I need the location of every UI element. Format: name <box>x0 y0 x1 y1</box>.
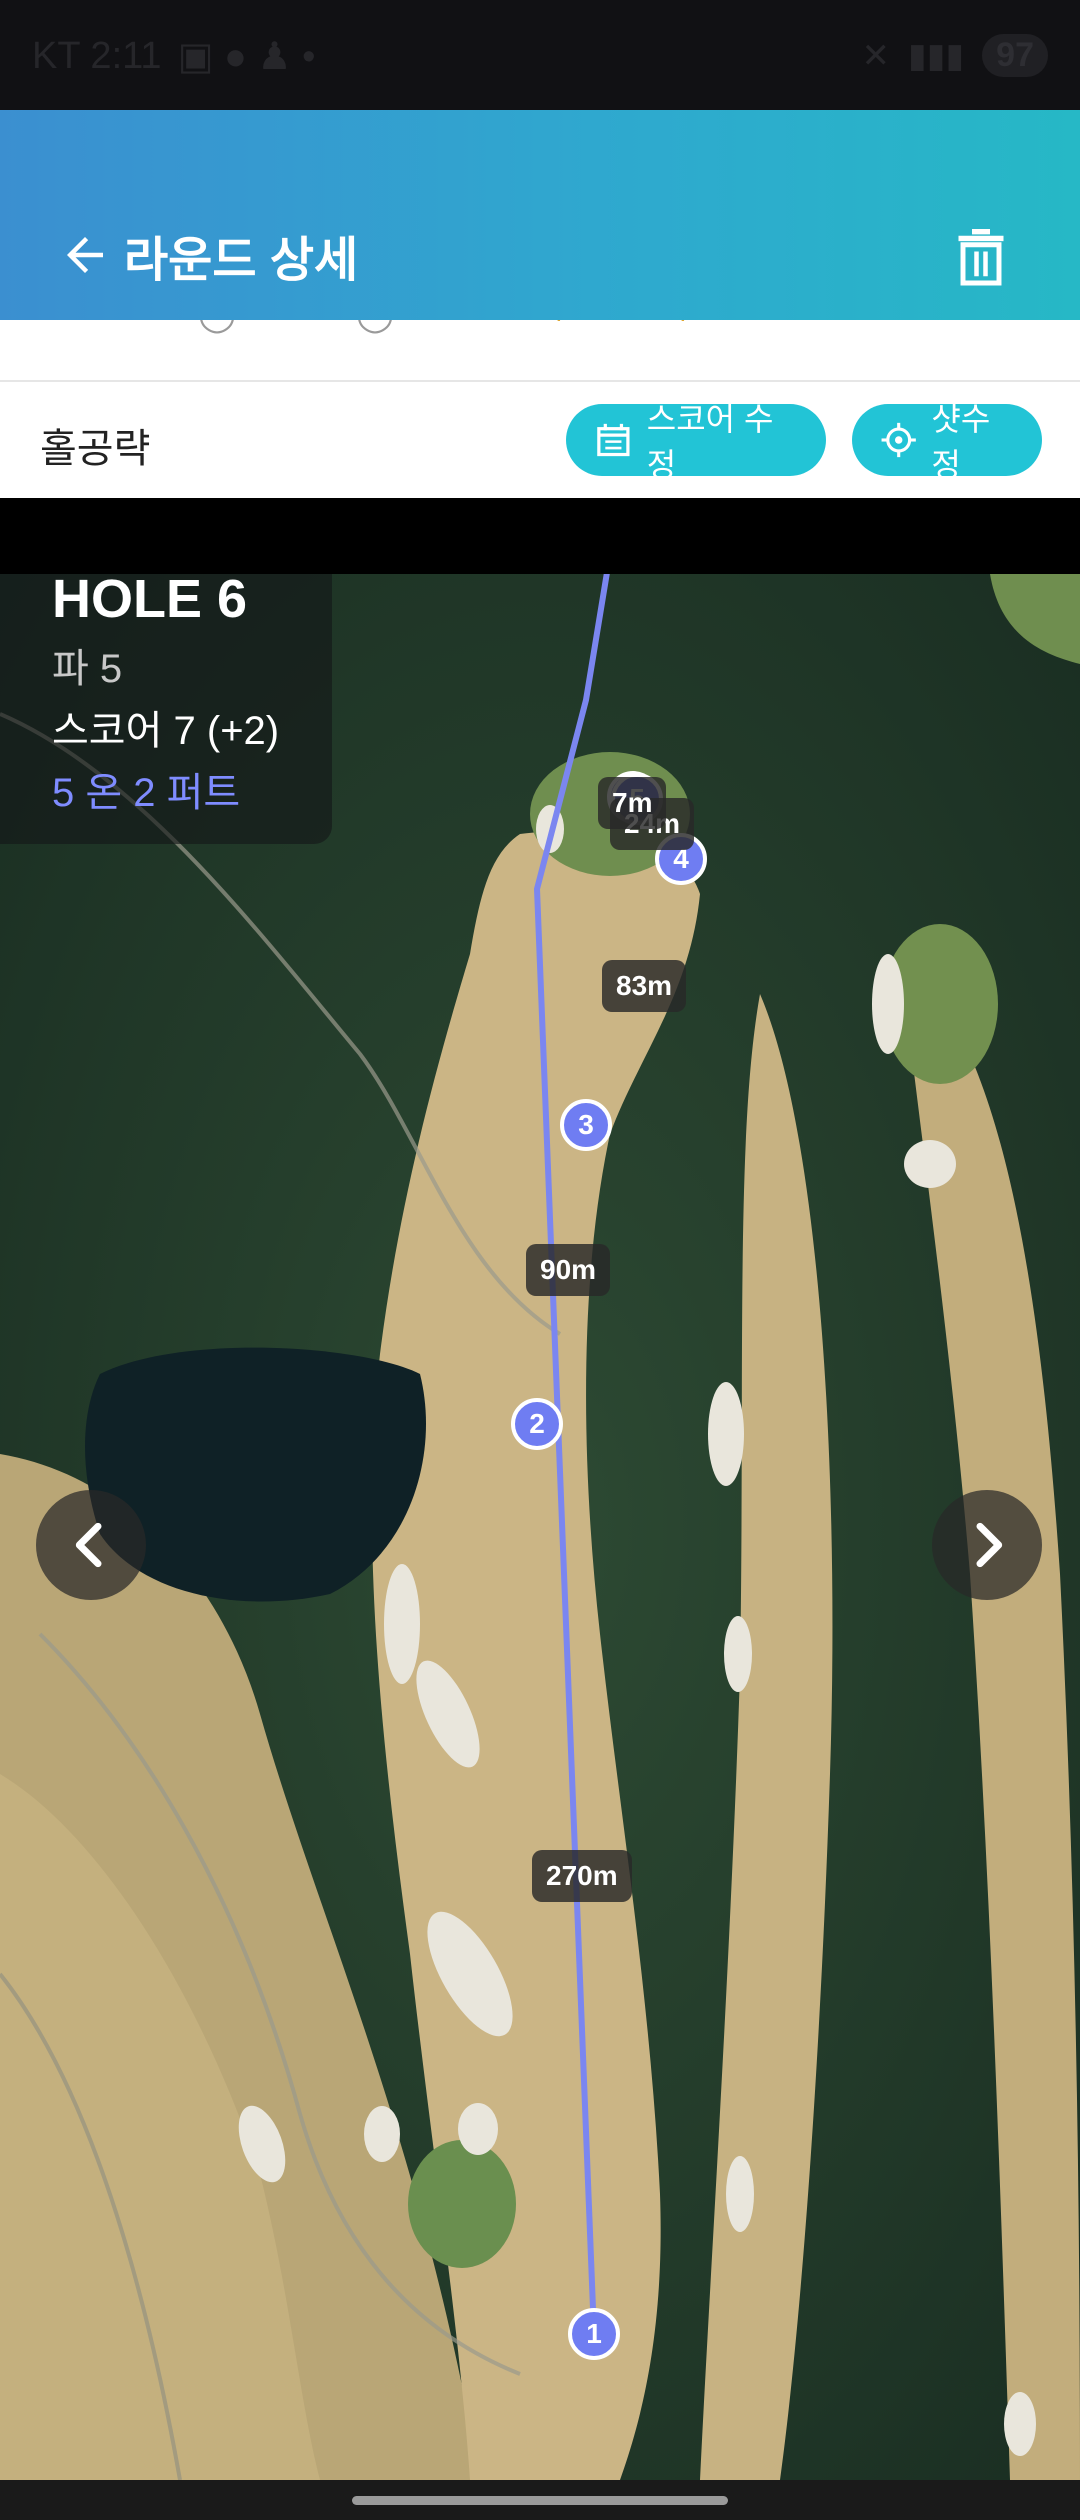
home-indicator-bar <box>0 2480 1080 2520</box>
calendar-icon <box>597 423 630 457</box>
page-title: 라운드 상세 <box>124 234 359 287</box>
hole-info-panel: HOLE 6 파 5 스코어 7 (+2) 5 온 2 퍼트 <box>0 569 332 844</box>
shot-marker[interactable]: 2 <box>511 1398 563 1450</box>
shot-marker[interactable]: 3 <box>560 1099 612 1151</box>
hole-number: HOLE 6 <box>52 569 248 629</box>
app-header: 라운드 상세 <box>0 110 1080 320</box>
status-right: ✕ ▮▮▮ 97 <box>862 34 1048 77</box>
distance-label: 83m <box>602 960 687 1012</box>
signal-icon: ▮▮▮ <box>908 36 965 75</box>
hole-par: 파 5 <box>52 647 123 691</box>
satellite-map <box>0 574 1080 2480</box>
map-top-band <box>0 498 1080 574</box>
radio-icon: ◯ <box>356 320 394 334</box>
home-indicator[interactable] <box>352 2496 728 2505</box>
shot-edit-button[interactable]: 샷수정 <box>852 401 1042 483</box>
radio-icon: ◯ <box>198 320 236 334</box>
prev-hole-button[interactable] <box>36 1490 146 1600</box>
crosshair-icon <box>881 422 916 458</box>
status-bar: KT 2:11 ▣ ● ♟ • ✕ ▮▮▮ 97 <box>0 0 1080 110</box>
hole-score: 스코어 7 (+2) <box>52 709 280 753</box>
strategy-bar: 홀공략 스코어 수정 샷수정 <box>0 382 1080 498</box>
arrow-left-icon[interactable] <box>58 228 112 282</box>
distance-label: 7m <box>598 777 667 829</box>
mute-icon: ✕ <box>861 36 891 75</box>
score-edit-button[interactable]: 스코어 수정 <box>566 401 826 483</box>
flag-icon: ⌐ <box>680 320 700 333</box>
status-left: KT 2:11 ▣ ● ♟ • <box>32 34 315 79</box>
carrier-time: KT 2:11 <box>32 35 162 77</box>
on-putt-summary: 5 온 2 퍼트 <box>52 771 241 815</box>
trash-icon[interactable] <box>954 226 1008 286</box>
strategy-label: 홀공략 <box>40 427 151 471</box>
distance-label: 270m <box>532 1850 632 1902</box>
battery-badge: 97 <box>982 34 1048 77</box>
shot-marker[interactable]: 1 <box>568 2308 620 2360</box>
filter-row-partial: ◯ ◯ ⌐ ⌐ <box>0 320 1080 382</box>
notification-icons: ▣ ● ♟ • <box>177 36 316 78</box>
next-hole-button[interactable] <box>932 1490 1042 1600</box>
hole-map[interactable] <box>0 574 1080 2480</box>
score-edit-label: 스코어 수정 <box>646 401 774 483</box>
flag-icon: ⌐ <box>556 320 576 333</box>
distance-label: 90m <box>526 1244 611 1296</box>
shot-edit-label: 샷수정 <box>931 401 991 483</box>
chevron-right-icon <box>976 1522 1003 1568</box>
chevron-left-icon <box>75 1522 102 1568</box>
